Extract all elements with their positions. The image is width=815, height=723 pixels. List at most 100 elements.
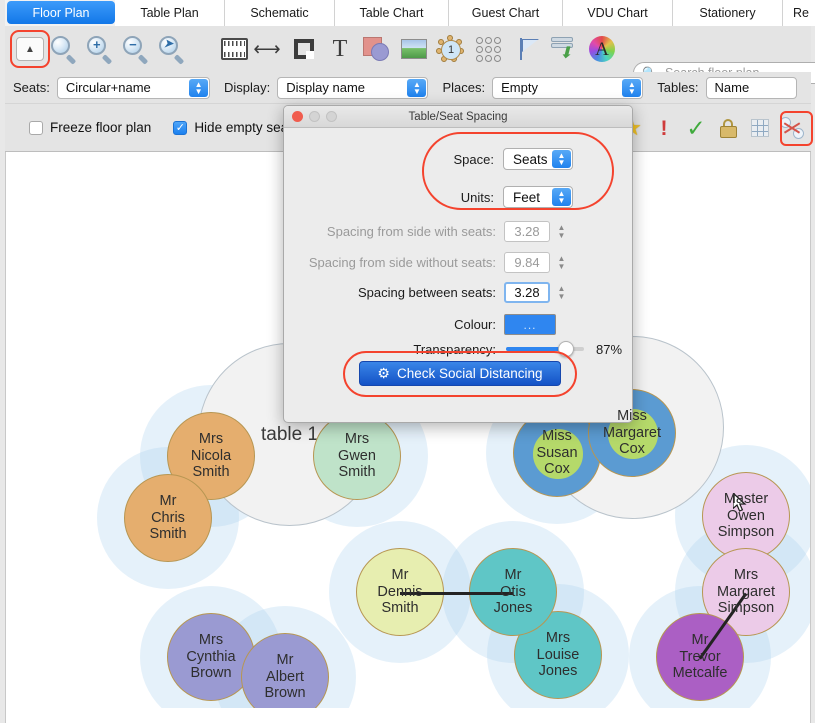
transparency-row: Transparency: 87% xyxy=(362,341,622,357)
seat-guest-name-line: Mr xyxy=(391,567,409,584)
tab-vdu-chart[interactable]: VDU Chart xyxy=(563,0,673,26)
space-dropdown[interactable]: Seats ▲ ▼ xyxy=(503,148,573,170)
tables-label: Tables: xyxy=(657,80,699,95)
zoom-tool-button[interactable] xyxy=(47,32,81,66)
freeze-floor-plan-checkbox[interactable]: Freeze floor plan xyxy=(29,120,151,135)
seat-guest-name-line: Gwen xyxy=(338,447,376,464)
seats-style-dropdown[interactable]: Circular+name ▲ ▼ xyxy=(56,76,211,99)
tables-dropdown[interactable]: Name xyxy=(705,76,797,99)
add-table-button[interactable]: 1 xyxy=(433,32,467,66)
stepper-icon[interactable]: ▲ ▼ xyxy=(556,222,567,242)
square-shape-button[interactable] xyxy=(287,32,321,66)
lock-icon xyxy=(719,118,737,138)
spacing-without-seats-row: Spacing from side without seats: 9.84 ▲ ▼ xyxy=(288,252,567,273)
chevron-up-icon: ▲ xyxy=(16,37,44,61)
ruler-icon xyxy=(220,38,248,60)
zoom-select-button[interactable]: ➤ xyxy=(155,32,189,66)
tab-label: VDU Chart xyxy=(587,6,648,20)
social-distancing-icon xyxy=(780,117,804,139)
checkbox-box xyxy=(29,120,43,135)
seat-guest-name-line: Chris xyxy=(151,509,185,526)
zoom-in-button[interactable]: + xyxy=(83,32,117,66)
seat[interactable]: Mr Trevor Metcalfe xyxy=(656,613,744,701)
bottom-clipped-text xyxy=(6,708,810,723)
tab-stationery[interactable]: Stationery xyxy=(673,0,783,26)
dimension-button[interactable]: ⟷ xyxy=(250,32,284,66)
check-social-distancing-button[interactable]: ⚙ Check Social Distancing xyxy=(359,361,561,386)
seat-guest-name-line: Susan xyxy=(536,444,578,461)
seats-style-value: Circular+name xyxy=(65,80,151,95)
units-dropdown[interactable]: Feet ▲ ▼ xyxy=(503,186,573,208)
tab-table-chart[interactable]: Table Chart xyxy=(335,0,449,26)
display-dropdown[interactable]: Display name ▲ ▼ xyxy=(277,76,429,99)
seat[interactable]: Mrs Gwen Smith xyxy=(313,412,401,500)
seats-grid-button[interactable] xyxy=(473,32,503,66)
table-name-label: table 1 xyxy=(260,423,319,445)
transparency-value: 87% xyxy=(596,341,623,357)
social-distancing-button[interactable] xyxy=(779,115,805,141)
display-label: Display: xyxy=(224,80,271,95)
close-button[interactable] xyxy=(292,111,303,122)
seat-guest-name-line: Mrs xyxy=(733,567,759,584)
chevron-updown-icon: ▲ ▼ xyxy=(552,188,571,206)
spacing-without-seats-field[interactable]: 9.84 xyxy=(504,252,550,273)
hide-empty-seats-checkbox[interactable]: ✓ Hide empty seats xyxy=(173,120,299,135)
collapse-toolbar-button[interactable]: ▲ xyxy=(13,32,47,66)
shapes-button[interactable] xyxy=(359,32,393,66)
spacing-between-seats-field[interactable]: 3.28 xyxy=(504,282,550,303)
ruler-button[interactable] xyxy=(217,32,251,66)
stepper-icon[interactable]: ▲ ▼ xyxy=(556,283,567,303)
seat-guest-name-line: Nicola xyxy=(190,447,232,464)
seat[interactable]: Master Owen Simpson xyxy=(702,472,790,560)
text-tool-button[interactable]: T xyxy=(323,32,357,66)
seat-guest-name-line: Smith xyxy=(338,464,376,481)
seat-guest-name-line: Jones xyxy=(493,600,533,617)
chevron-updown-icon: ▲ ▼ xyxy=(189,78,209,97)
seat-guest-name-line: Margaret xyxy=(716,583,776,600)
table-number-label: 1 xyxy=(441,40,461,60)
warning-button[interactable]: ! xyxy=(651,115,677,141)
layers-button[interactable]: ⬇ xyxy=(547,32,581,66)
tab-schematic[interactable]: Schematic xyxy=(225,0,335,26)
space-value: Seats xyxy=(513,151,548,167)
tab-label: Guest Chart xyxy=(471,6,540,20)
lock-button[interactable] xyxy=(715,115,741,141)
zoom-out-button[interactable]: − xyxy=(119,32,153,66)
maximise-button[interactable] xyxy=(326,111,337,122)
tab-table-plan[interactable]: Table Plan xyxy=(115,0,225,26)
spacing-with-seats-field[interactable]: 3.28 xyxy=(504,221,550,242)
slider-knob[interactable] xyxy=(558,341,574,357)
colour-swatch-button[interactable]: ... xyxy=(504,314,556,335)
spacing-with-seats-row: Spacing from side with seats: 3.28 ▲ ▼ xyxy=(304,221,567,242)
places-dropdown[interactable]: Empty ▲ ▼ xyxy=(492,76,644,99)
minimise-button[interactable] xyxy=(309,111,320,122)
seat-guest-name-line: Trevor xyxy=(679,648,721,665)
seat-guest-name-line: Dennis xyxy=(377,583,423,600)
dialog-title-bar[interactable]: Table/Seat Spacing xyxy=(284,106,632,128)
spacing-without-seats-label: Spacing from side without seats: xyxy=(308,255,496,270)
seat-guest-name-line: Otis xyxy=(500,583,526,600)
seat-guest-name-line: Smith xyxy=(149,526,187,543)
seats-label: Seats: xyxy=(13,80,50,95)
space-label: Space: xyxy=(453,151,494,167)
spacing-between-seats-label: Spacing between seats: xyxy=(357,285,496,300)
tab-reports[interactable]: Re xyxy=(783,0,815,26)
colour-wheel-button[interactable]: A xyxy=(585,32,619,66)
seat-guest-name-line: Brown xyxy=(264,685,306,702)
grid-button[interactable] xyxy=(747,115,773,141)
zoom-select-icon: ➤ xyxy=(159,36,185,65)
seat-guest-name-line: Mr xyxy=(159,493,177,510)
transparency-slider[interactable] xyxy=(506,341,584,357)
tab-floor-plan[interactable]: Floor Plan xyxy=(7,1,115,24)
display-value: Display name xyxy=(286,80,366,95)
tab-guest-chart[interactable]: Guest Chart xyxy=(449,0,563,26)
colour-wheel-icon: A xyxy=(589,36,615,62)
seat-guest-name-line: Cox xyxy=(544,461,570,478)
flag-button[interactable] xyxy=(512,32,546,66)
stepper-icon[interactable]: ▲ ▼ xyxy=(556,253,567,273)
picture-button[interactable] xyxy=(397,32,431,66)
space-row: Space: Seats ▲ ▼ xyxy=(439,148,573,170)
application-window: Floor Plan Table Plan Schematic Table Ch… xyxy=(0,0,815,723)
seat[interactable]: Mr Chris Smith xyxy=(124,474,212,562)
check-button[interactable]: ✓ xyxy=(683,115,709,141)
